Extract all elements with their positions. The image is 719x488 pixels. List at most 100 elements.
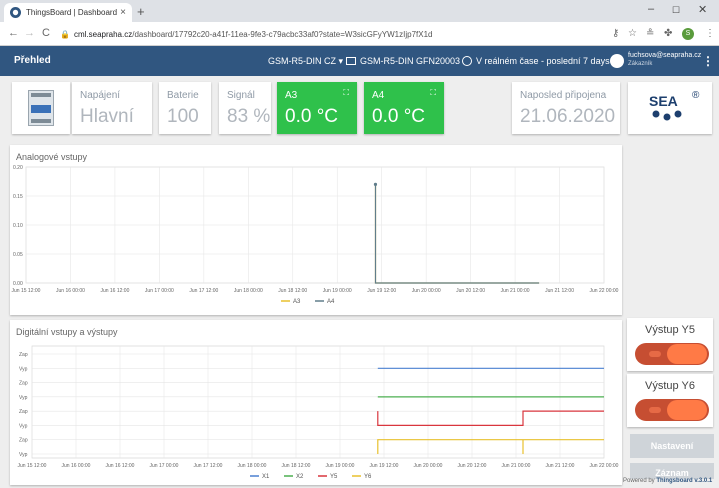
browser-tab[interactable]: ThingsBoard | Dashboard × (4, 3, 132, 22)
device-select[interactable]: GSM-R5-DIN CZ ▾ (268, 56, 343, 67)
napajeni-value: Hlavní (80, 106, 134, 127)
more-menu-icon[interactable]: ⋮ (702, 54, 714, 68)
signal-label: Signál (227, 90, 255, 101)
x-tick-label: Jun 19 12:00 (367, 288, 396, 294)
x-tick-label: Jun 17 12:00 (194, 463, 223, 469)
napajeni-label: Napájení (80, 90, 121, 101)
y6-switch-title: Výstup Y6 (645, 380, 695, 392)
legend-label: A4 (327, 299, 335, 305)
timewindow-label: V reálném čase - poslední 7 days (476, 56, 610, 66)
browser-tab-bar: ThingsBoard | Dashboard × + – ☐ ✕ (0, 0, 719, 22)
a3-card[interactable]: A3 ⛶ 0.0 °C (277, 82, 357, 134)
powered-by-label: Powered by (623, 478, 657, 484)
signal-card: Signál 83 % (219, 82, 271, 134)
a4-value: 0.0 °C (372, 106, 426, 127)
y5-toggle[interactable] (635, 343, 709, 365)
baterie-label: Baterie (167, 90, 199, 101)
x-tick-label: Jun 18 00:00 (234, 288, 263, 294)
y6-switch-card: Výstup Y6 (627, 374, 713, 427)
x-tick-label: Jun 19 12:00 (370, 463, 399, 469)
thingsboard-version-link[interactable]: Thingsboard v.3.0.1 (656, 478, 712, 484)
powered-by: Powered by Thingsboard v.3.0.1 (623, 478, 712, 484)
minimize-icon[interactable]: – (648, 3, 654, 15)
window-close-icon[interactable]: ✕ (698, 3, 707, 16)
last-connected-value: 21.06.2020 (520, 106, 616, 127)
sea-logo-card: SEA ® (628, 82, 712, 134)
digital-chart: Jun 15 12:00 Jun 16 00:00 Jun 16 12:00 Jun … (18, 345, 619, 480)
fullscreen-icon[interactable]: ⛶ (430, 88, 436, 98)
x-tick-label: Jun 21 00:00 (502, 463, 531, 469)
a4-label: A4 (372, 90, 385, 101)
legend-label: X2 (296, 474, 304, 480)
x-tick-label: Jun 21 12:00 (545, 288, 574, 294)
back-icon[interactable]: ← (8, 27, 19, 39)
a4-card[interactable]: A4 ⛶ 0.0 °C (364, 82, 444, 134)
a3-label: A3 (285, 90, 298, 101)
x-tick-label: Jun 22 00:00 (590, 288, 619, 294)
x-tick-label: Jun 19 00:00 (326, 463, 355, 469)
analog-chart-panel: Analogové vstupy Jun 15 12:00 Jun 16 00:0… (10, 145, 622, 315)
log-button[interactable]: Záznam (630, 463, 714, 479)
fullscreen-icon[interactable]: ⛶ (343, 88, 349, 98)
x-tick-label: Jun 18 12:00 (278, 288, 307, 294)
star-icon[interactable]: ☆ (628, 28, 637, 39)
y6-toggle[interactable] (635, 399, 709, 421)
x-tick-label: Jun 17 00:00 (145, 288, 174, 294)
reload-icon[interactable]: C (42, 27, 50, 39)
x-tick-label: Jun 20 12:00 (458, 463, 487, 469)
legend-label: Y6 (364, 474, 372, 480)
napajeni-card: Napájení Hlavní (72, 82, 152, 134)
sea-logo: SEA (648, 92, 686, 122)
legend-label: X1 (262, 474, 270, 480)
device-entity[interactable]: GSM-R5-DIN GFN20003 (346, 56, 460, 66)
browser-menu-icon[interactable]: ⋮ (705, 28, 715, 39)
extension-icon[interactable]: ≗ (646, 28, 654, 39)
forward-icon[interactable]: → (24, 27, 35, 39)
user-avatar-icon[interactable] (610, 54, 624, 68)
x-tick-label: Jun 21 00:00 (501, 288, 530, 294)
clock-icon (462, 56, 472, 66)
x-tick-label: Jun 16 00:00 (62, 463, 91, 469)
thingsboard-favicon-icon (10, 7, 21, 18)
tab-title: ThingsBoard | Dashboard (26, 8, 118, 17)
a3-value: 0.0 °C (285, 106, 339, 127)
x-tick-label: Jun 20 00:00 (414, 463, 443, 469)
device-name: GSM-R5-DIN GFN20003 (360, 56, 461, 66)
x-tick-label: Jun 16 12:00 (100, 288, 129, 294)
x-tick-label: Jun 20 12:00 (456, 288, 485, 294)
svg-text:SEA: SEA (649, 93, 678, 109)
y-tick-label: Zap (19, 438, 28, 444)
baterie-card: Baterie 100 (159, 82, 211, 134)
dashboard-header: Přehled GSM-R5-DIN CZ ▾ GSM-R5-DIN GFN20… (0, 46, 719, 76)
page-title: Přehled (14, 55, 51, 66)
y-tick-label: Zap (19, 352, 28, 358)
y-tick-label: 0.15 (13, 194, 23, 200)
user-role: Zákazník (628, 61, 653, 67)
x-tick-label: Jun 17 12:00 (189, 288, 218, 294)
x-tick-label: Jun 15 12:00 (12, 288, 41, 294)
x-tick-label: Jun 21 12:00 (546, 463, 575, 469)
y-tick-label: 0.20 (13, 165, 23, 171)
url-field[interactable]: 🔒 cml.seapraha.cz /dashboard/17792c20-a4… (60, 26, 605, 42)
key-icon[interactable]: ⚷ (612, 28, 619, 39)
baterie-value: 100 (167, 106, 199, 127)
profile-avatar[interactable]: S (682, 28, 694, 40)
timewindow-button[interactable]: V reálném čase - poslední 7 days (462, 56, 610, 66)
puzzle-icon[interactable]: ✤ (664, 28, 672, 39)
x-tick-label: Jun 20 00:00 (412, 288, 441, 294)
y-tick-label: 0.10 (13, 223, 23, 229)
data-point (373, 182, 378, 186)
new-tab-button[interactable]: + (137, 4, 145, 19)
url-host: cml.seapraha.cz (73, 29, 133, 39)
last-connected-label: Naposled připojena (520, 90, 607, 101)
x-tick-label: Jun 16 12:00 (106, 463, 135, 469)
tab-close-icon[interactable]: × (120, 7, 126, 18)
device-image-card (12, 82, 70, 134)
device-icon (346, 57, 356, 65)
analog-chart: Jun 15 12:00 Jun 16 00:00 Jun 16 12:00 Jun … (12, 165, 619, 305)
y-tick-label: 0.00 (13, 281, 23, 287)
maximize-icon[interactable]: ☐ (672, 5, 680, 16)
x-tick-label: Jun 18 12:00 (282, 463, 311, 469)
x-tick-label: Jun 17 00:00 (150, 463, 179, 469)
settings-button[interactable]: Nastavení (630, 434, 714, 458)
